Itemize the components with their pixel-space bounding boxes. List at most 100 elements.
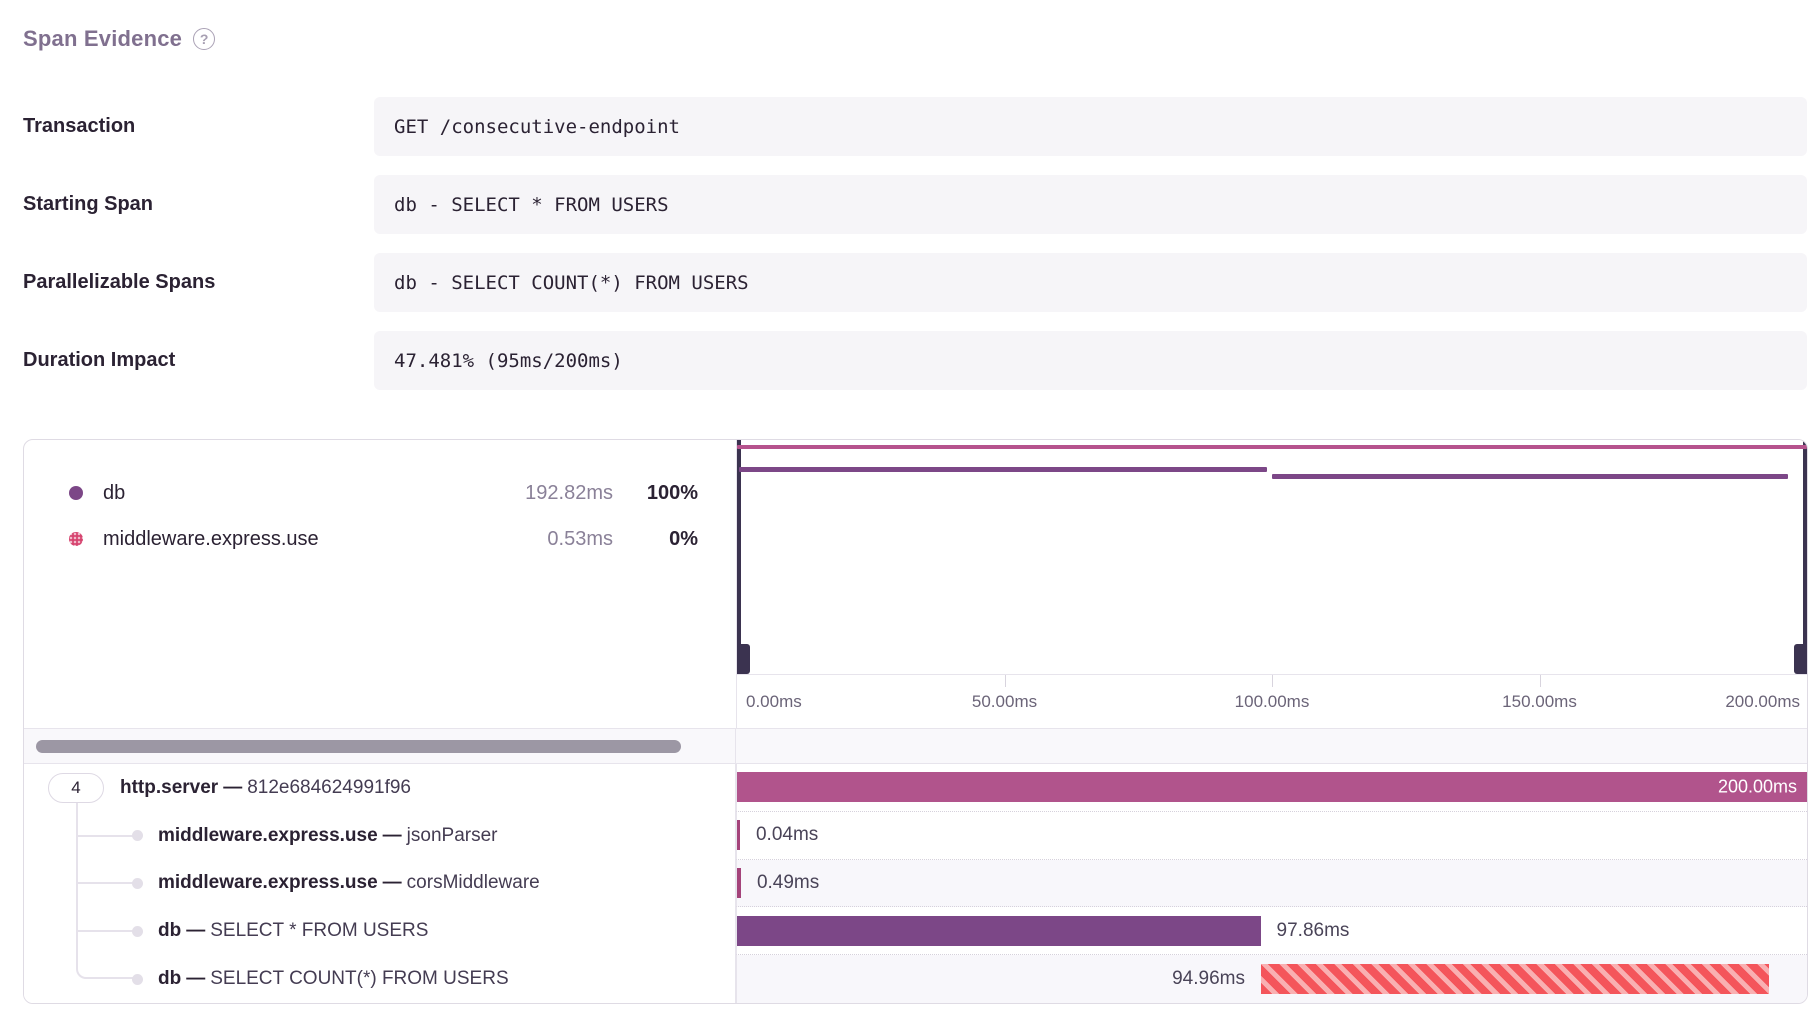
span-separator: —	[181, 920, 210, 941]
span-description: middleware.express.use—corsMiddleware	[158, 872, 540, 894]
span-desc: SELECT COUNT(*) FROM USERS	[210, 968, 508, 989]
span-duration-bar	[737, 820, 740, 850]
span-waterfall-panel: db 192.82ms 100% middleware.express.use …	[23, 439, 1808, 1004]
span-count-badge[interactable]: 4	[48, 773, 104, 803]
span-duration-label: 94.96ms	[1172, 968, 1245, 990]
evidence-label: Starting Span	[23, 175, 374, 234]
minimap-span	[1272, 474, 1788, 479]
legend-duration: 0.53ms	[493, 528, 613, 551]
span-separator: —	[218, 777, 247, 798]
page-title: Span Evidence	[23, 26, 182, 52]
legend-row[interactable]: db 192.82ms 100%	[24, 470, 736, 516]
tree-connector-hline	[76, 835, 138, 837]
legend-name: db	[103, 482, 493, 505]
minimap-right-handle-line	[1803, 440, 1807, 674]
span-bar-cell[interactable]: 0.04ms	[736, 812, 1807, 860]
minimap-right-handle-grip[interactable]	[1794, 644, 1807, 674]
span-tree-row[interactable]: db—SELECT COUNT(*) FROM USERS 94.96ms	[24, 955, 1807, 1003]
legend-duration: 192.82ms	[493, 482, 613, 505]
span-duration-bar	[737, 772, 1807, 802]
legend-swatch-icon	[69, 532, 83, 546]
span-description: middleware.express.use—jsonParser	[158, 825, 498, 847]
span-duration-label: 97.86ms	[1277, 920, 1350, 942]
help-icon[interactable]: ?	[193, 28, 215, 50]
span-bar-cell[interactable]: 200.00ms	[736, 764, 1807, 812]
legend-row[interactable]: middleware.express.use 0.53ms 0%	[24, 516, 736, 562]
span-tree-row[interactable]: db—SELECT * FROM USERS 97.86ms	[24, 907, 1807, 955]
scrollbar-track	[24, 729, 736, 763]
evidence-row: Parallelizable Spans db - SELECT COUNT(*…	[23, 253, 1807, 312]
span-count: 4	[71, 778, 80, 798]
span-description: db—SELECT COUNT(*) FROM USERS	[158, 968, 509, 990]
span-separator: —	[378, 825, 407, 846]
evidence-value: db - SELECT COUNT(*) FROM USERS	[374, 253, 1807, 312]
tree-connector-hline	[76, 882, 138, 884]
evidence-label: Duration Impact	[23, 331, 374, 390]
legend-percent: 100%	[613, 482, 698, 505]
evidence-label: Transaction	[23, 97, 374, 156]
span-tree-row-label: db—SELECT COUNT(*) FROM USERS	[24, 955, 736, 1003]
tree-connector-dot-icon	[132, 926, 143, 937]
span-op: http.server	[120, 777, 218, 798]
span-desc: jsonParser	[407, 825, 498, 846]
span-tree: 4 http.server—812e684624991f96 200.00ms …	[24, 764, 1807, 1003]
axis-tickmark	[1540, 675, 1541, 687]
span-desc: 812e684624991f96	[247, 777, 411, 798]
span-tree-row-label: 4 http.server—812e684624991f96	[24, 764, 736, 812]
span-evidence-header: Span Evidence ?	[0, 0, 1820, 52]
scrollbar-row-spacer	[736, 729, 1807, 763]
panel-top: db 192.82ms 100% middleware.express.use …	[24, 440, 1807, 728]
span-duration-label: 0.49ms	[757, 872, 819, 894]
tree-connector-hline	[76, 930, 138, 932]
minimap-and-axis: 0.00ms50.00ms100.00ms150.00ms200.00ms	[736, 440, 1807, 728]
evidence-value: 47.481% (95ms/200ms)	[374, 331, 1807, 390]
evidence-value: GET /consecutive-endpoint	[374, 97, 1807, 156]
span-duration-bar	[1261, 964, 1769, 994]
evidence-row: Starting Span db - SELECT * FROM USERS	[23, 175, 1807, 234]
tree-connector-elbow	[76, 955, 138, 979]
span-bar-cell[interactable]: 97.86ms	[736, 907, 1807, 955]
axis-tickmark	[1005, 675, 1006, 687]
tree-connector-dot-icon	[132, 830, 143, 841]
horizontal-scrollbar-thumb[interactable]	[36, 740, 681, 753]
span-legend: db 192.82ms 100% middleware.express.use …	[24, 440, 736, 728]
axis-tickmark	[1272, 675, 1273, 687]
tree-connector-dot-icon	[132, 878, 143, 889]
legend-name: middleware.express.use	[103, 528, 493, 551]
evidence-value: db - SELECT * FROM USERS	[374, 175, 1807, 234]
minimap-span	[737, 445, 1807, 449]
span-tree-row-label: db—SELECT * FROM USERS	[24, 907, 736, 955]
span-op: db	[158, 968, 181, 989]
span-separator: —	[181, 968, 210, 989]
span-tree-row[interactable]: middleware.express.use—jsonParser 0.04ms	[24, 812, 1807, 860]
span-tree-row-label: middleware.express.use—jsonParser	[24, 812, 736, 860]
minimap-span	[739, 467, 1267, 472]
tree-connector-vline	[76, 803, 78, 812]
minimap-left-handle-grip[interactable]	[737, 644, 750, 674]
span-desc: SELECT * FROM USERS	[210, 920, 428, 941]
span-tree-row-label: middleware.express.use—corsMiddleware	[24, 860, 736, 908]
span-bar-cell[interactable]: 94.96ms	[736, 955, 1807, 1003]
legend-swatch-icon	[69, 486, 83, 500]
trace-minimap[interactable]	[736, 440, 1807, 674]
span-duration-bar	[737, 916, 1261, 946]
legend-percent: 0%	[613, 528, 698, 551]
span-tree-row[interactable]: 4 http.server—812e684624991f96 200.00ms	[24, 764, 1807, 812]
span-description: db—SELECT * FROM USERS	[158, 920, 428, 942]
span-description: http.server—812e684624991f96	[120, 777, 411, 799]
scrollbar-row	[24, 728, 1807, 764]
span-tree-row[interactable]: middleware.express.use—corsMiddleware 0.…	[24, 860, 1807, 908]
evidence-section: Transaction GET /consecutive-endpoint St…	[0, 97, 1820, 390]
span-bar-cell[interactable]: 0.49ms	[736, 860, 1807, 908]
span-desc: corsMiddleware	[407, 872, 540, 893]
span-op: middleware.express.use	[158, 872, 378, 893]
axis-tick-label: 0.00ms	[746, 675, 802, 728]
axis-tick-label: 200.00ms	[1725, 675, 1800, 728]
evidence-row: Duration Impact 47.481% (95ms/200ms)	[23, 331, 1807, 390]
span-separator: —	[378, 872, 407, 893]
evidence-row: Transaction GET /consecutive-endpoint	[23, 97, 1807, 156]
time-axis: 0.00ms50.00ms100.00ms150.00ms200.00ms	[736, 674, 1807, 728]
evidence-label: Parallelizable Spans	[23, 253, 374, 312]
span-op: db	[158, 920, 181, 941]
span-duration-label: 200.00ms	[1718, 777, 1797, 798]
